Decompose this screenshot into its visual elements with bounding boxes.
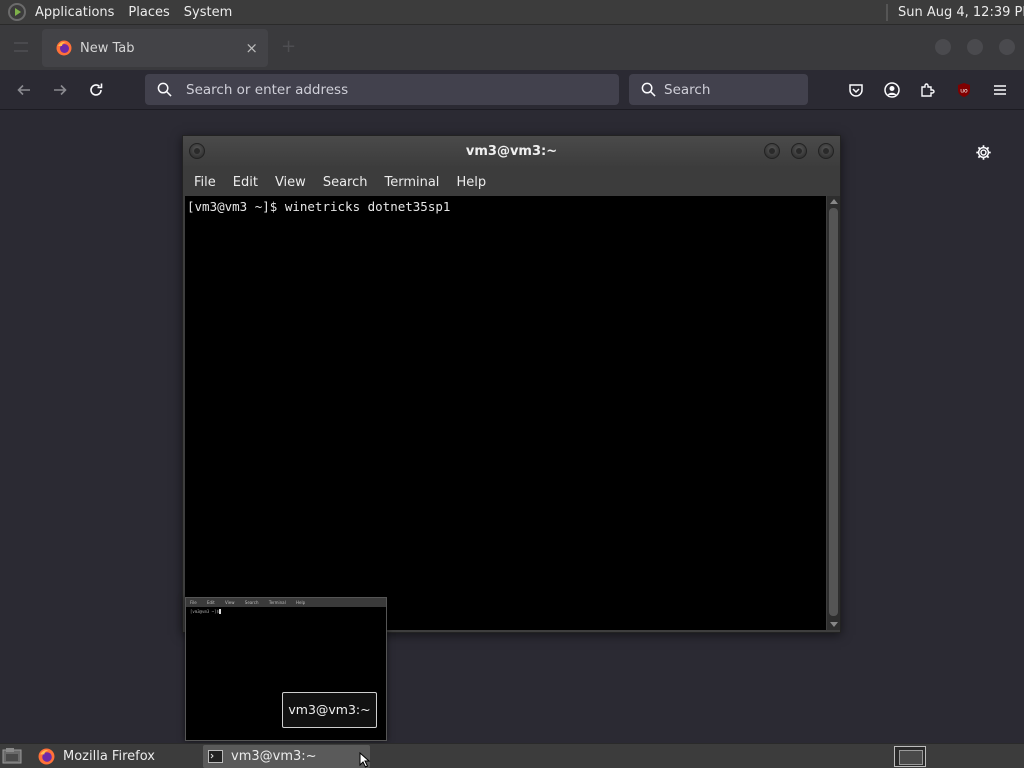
back-button[interactable] — [12, 78, 36, 102]
terminal-menu-file[interactable]: File — [185, 175, 224, 190]
account-button[interactable] — [881, 79, 903, 101]
arrow-right-icon — [54, 84, 67, 96]
task-label: vm3@vm3:~ — [231, 749, 317, 764]
maximize-window-button[interactable] — [966, 38, 984, 56]
top-panel: Applications Places System Sun Aug 4, 12… — [0, 0, 1024, 25]
firefox-icon — [38, 748, 55, 765]
task-terminal[interactable]: vm3@vm3:~ — [203, 745, 370, 768]
terminal-window[interactable]: vm3@vm3:~ File Edit View Search Terminal… — [182, 135, 841, 633]
page-settings-button[interactable] — [972, 141, 994, 163]
terminal-title: vm3@vm3:~ — [465, 144, 558, 159]
terminal-menu-help[interactable]: Help — [447, 175, 494, 190]
pocket-icon — [849, 84, 863, 97]
account-icon — [884, 82, 900, 98]
show-desktop-button[interactable] — [2, 747, 22, 765]
search-icon — [641, 82, 656, 97]
preview-menu-item: Search — [244, 600, 259, 605]
extensions-button[interactable] — [917, 79, 939, 101]
scroll-up-arrow-icon[interactable] — [830, 199, 838, 204]
system-menu[interactable]: System — [177, 0, 239, 25]
close-window-button[interactable] — [998, 38, 1016, 56]
navigation-toolbar: uo — [0, 70, 1024, 110]
new-tab-button[interactable]: + — [281, 36, 296, 57]
terminal-menubar: File Edit View Search Terminal Help — [183, 168, 840, 196]
preview-menu-item: Terminal — [268, 600, 286, 605]
address-input[interactable] — [186, 81, 566, 98]
preview-menu-item: File — [190, 600, 197, 605]
distro-logo-icon[interactable] — [8, 3, 26, 21]
search-bar[interactable] — [629, 74, 808, 105]
task-firefox[interactable]: Mozilla Firefox — [34, 745, 199, 768]
preview-menu-item: Help — [296, 600, 306, 605]
terminal-screen[interactable]: [vm3@vm3 ~]$ winetricks dotnet35sp1 — [185, 196, 826, 630]
minimize-window-button[interactable] — [934, 38, 952, 56]
browser-tab-strip: New Tab × + — [0, 25, 1024, 70]
terminal-close-button[interactable] — [818, 143, 834, 159]
panel-separator — [886, 4, 888, 21]
close-tab-icon[interactable]: × — [245, 39, 258, 57]
bottom-taskbar: Mozilla Firefox vm3@vm3:~ — [0, 743, 1024, 768]
mouse-pointer-icon — [359, 752, 371, 768]
tab-title: New Tab — [80, 40, 135, 56]
terminal-maximize-button[interactable] — [791, 143, 807, 159]
ublock-shield-icon: uo — [958, 83, 970, 97]
list-all-tabs-icon[interactable] — [14, 42, 28, 52]
terminal-scrollbar[interactable] — [827, 196, 840, 630]
places-menu[interactable]: Places — [121, 0, 176, 25]
preview-menubar: File Edit View Search Terminal Help — [186, 598, 386, 607]
address-bar[interactable] — [145, 74, 619, 105]
preview-tooltip: vm3@vm3:~ — [282, 692, 377, 728]
terminal-menu-edit[interactable]: Edit — [224, 175, 266, 190]
task-label: Mozilla Firefox — [63, 749, 155, 764]
scrollbar-thumb[interactable] — [829, 208, 838, 616]
puzzle-icon — [921, 83, 935, 97]
terminal-titlebar[interactable]: vm3@vm3:~ — [183, 136, 840, 168]
firefox-icon — [56, 40, 72, 56]
preview-cursor — [219, 609, 221, 614]
terminal-line: [vm3@vm3 ~]$ winetricks dotnet35sp1 — [187, 199, 451, 214]
search-input[interactable] — [664, 81, 794, 98]
window-preview-thumbnail[interactable]: File Edit View Search Terminal Help [vm3… — [185, 597, 387, 741]
preview-menu-item: View — [225, 600, 235, 605]
hamburger-menu-icon — [994, 85, 1006, 95]
svg-text:uo: uo — [960, 88, 968, 95]
pocket-button[interactable] — [845, 79, 867, 101]
workspace-switcher[interactable] — [894, 746, 926, 767]
scroll-down-arrow-icon[interactable] — [830, 622, 838, 627]
preview-menu-item: Edit — [206, 600, 215, 605]
preview-prompt: [vm3@vm3 ~]$ — [190, 609, 219, 614]
forward-button[interactable] — [48, 78, 72, 102]
reload-button[interactable] — [84, 78, 108, 102]
ublock-button[interactable]: uo — [953, 79, 975, 101]
applications-menu[interactable]: Applications — [28, 0, 121, 25]
arrow-left-icon — [17, 84, 30, 96]
terminal-menu-view[interactable]: View — [266, 175, 314, 190]
reload-icon — [90, 83, 103, 96]
panel-clock[interactable]: Sun Aug 4, 12:39 PM — [898, 0, 1024, 25]
tab-new-tab[interactable]: New Tab × — [42, 29, 268, 67]
terminal-icon — [208, 750, 223, 763]
terminal-menu-search[interactable]: Search — [314, 175, 376, 190]
panel-menu: Applications Places System — [28, 0, 239, 24]
app-menu-button[interactable] — [989, 79, 1011, 101]
terminal-minimize-button[interactable] — [764, 143, 780, 159]
terminal-menu-terminal[interactable]: Terminal — [375, 175, 447, 190]
search-icon — [157, 82, 172, 97]
gear-icon — [975, 144, 991, 160]
desktop-icon — [2, 748, 22, 764]
